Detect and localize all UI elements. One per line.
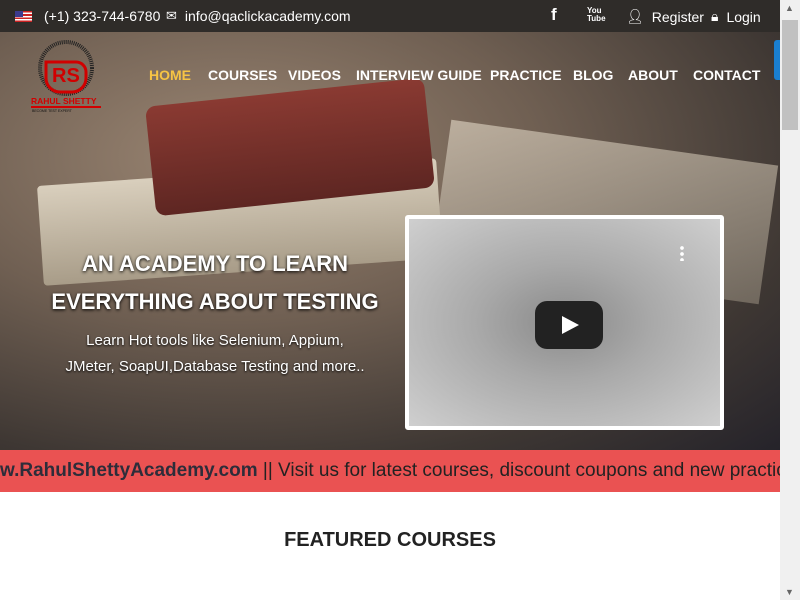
login-label[interactable]: Login — [726, 9, 760, 25]
nav-blog[interactable]: BLOG — [573, 67, 613, 83]
envelope-icon: ✉ — [166, 8, 177, 23]
hero-title-line2: EVERYTHING ABOUT TESTING — [51, 289, 379, 314]
hero-subtitle-line2: JMeter, SoapUI,Database Testing and more… — [65, 358, 365, 375]
nav-about[interactable]: ABOUT — [628, 67, 678, 83]
phone-contact: (+1) 323-744-6780 — [15, 8, 160, 24]
nav-videos[interactable]: VIDEOS — [288, 67, 341, 83]
hero-subtitle-line1: Learn Hot tools like Selenium, Appium, — [86, 332, 344, 349]
top-bar: (+1) 323-744-6780 ✉ info@qaclickacademy.… — [0, 0, 780, 32]
video-player[interactable] — [405, 215, 724, 430]
youtube-icon[interactable]: You Tube — [587, 7, 606, 23]
us-flag-icon — [15, 10, 32, 22]
login-link[interactable]: 🔒︎ Login — [711, 8, 761, 25]
svg-text:RAHUL SHETTY: RAHUL SHETTY — [31, 96, 97, 106]
email-address[interactable]: info@qaclickacademy.com — [185, 8, 351, 24]
featured-courses-heading: FEATURED COURSES — [284, 529, 496, 551]
register-link[interactable]: 👤︎ Register — [626, 8, 704, 25]
page: (+1) 323-744-6780 ✉ info@qaclickacademy.… — [0, 0, 780, 600]
marquee-site[interactable]: w.RahulShettyAcademy.com — [0, 460, 258, 481]
svg-text:RS: RS — [52, 65, 80, 87]
scroll-down-icon[interactable]: ▼ — [785, 587, 794, 597]
nav-courses[interactable]: COURSES — [208, 67, 277, 83]
scrollbar[interactable]: ▲ ▼ — [780, 0, 800, 600]
svg-text:BECOME TEST EXPERT: BECOME TEST EXPERT — [32, 109, 73, 112]
phone-number: (+1) 323-744-6780 — [44, 8, 161, 24]
marquee-text: || Visit us for latest courses, discount… — [257, 460, 780, 481]
scroll-up-icon[interactable]: ▲ — [785, 3, 794, 13]
register-label[interactable]: Register — [652, 9, 704, 25]
scrollbar-thumb[interactable] — [782, 20, 798, 130]
rahul-shetty-logo[interactable]: RS RAHUL SHETTY BECOME TEST EXPERT — [30, 40, 102, 112]
nav-interview-guide[interactable]: INTERVIEW GUIDE — [356, 67, 482, 83]
nav-practice[interactable]: PRACTICE — [490, 67, 562, 83]
facebook-icon[interactable]: f — [551, 5, 557, 25]
user-icon: 👤︎ — [626, 8, 644, 24]
email-contact[interactable]: ✉ info@qaclickacademy.com — [166, 8, 351, 24]
announcement-marquee: w.RahulShettyAcademy.com || Visit us for… — [0, 450, 780, 492]
nav-home[interactable]: HOME — [149, 67, 191, 83]
more-options-icon[interactable] — [680, 245, 684, 261]
nav-contact[interactable]: CONTACT — [693, 67, 760, 83]
lock-icon: 🔒︎ — [711, 8, 719, 24]
play-button[interactable] — [535, 301, 603, 349]
hero-title-line1: AN ACADEMY TO LEARN — [81, 251, 349, 276]
